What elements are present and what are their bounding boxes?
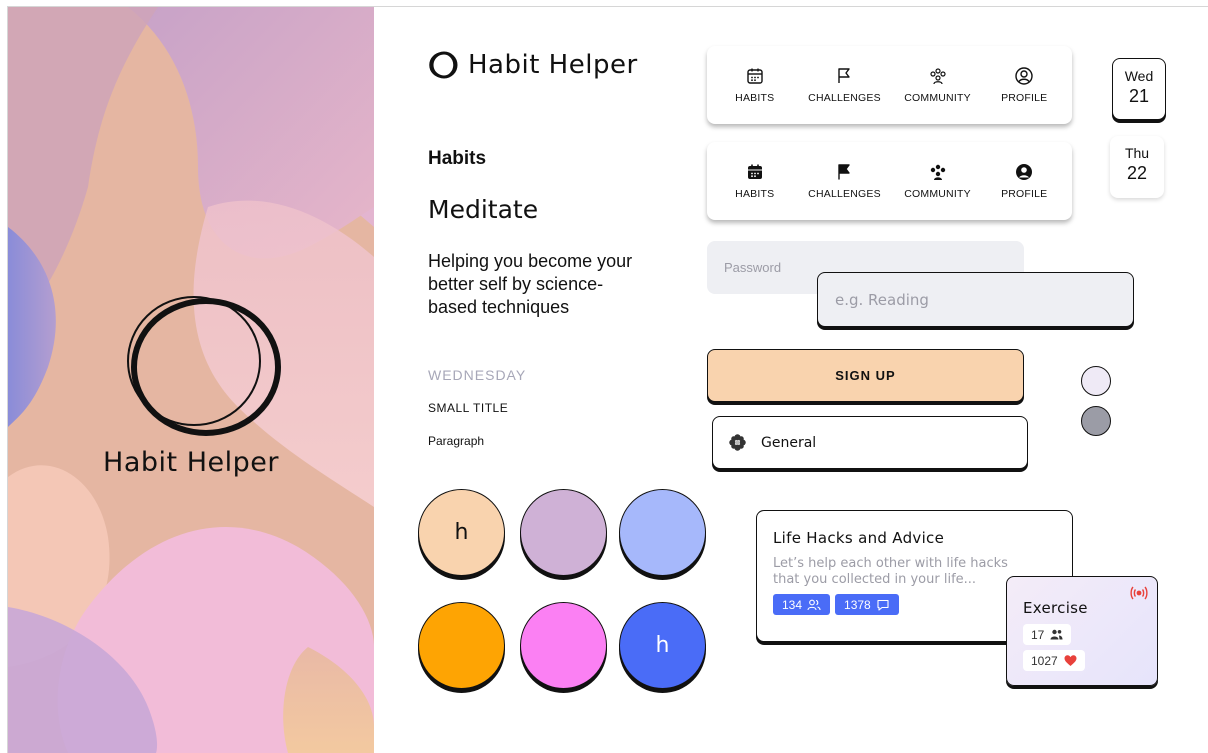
lead-text: Helping you become your better self by s… [428, 251, 633, 317]
nav-label-habits-filled: HABITS [735, 188, 775, 200]
community-icon [929, 68, 946, 85]
logo-icon [429, 51, 458, 79]
heading-habits: Habits [428, 148, 487, 169]
profile-icon [1016, 164, 1033, 180]
nav-item-habits[interactable]: HABITS [725, 66, 785, 104]
members-badge[interactable]: 134 [773, 594, 831, 615]
swatch-letter: h [655, 633, 670, 658]
live-broadcast-icon [1130, 586, 1148, 600]
radio-unselected[interactable] [1081, 366, 1111, 396]
flag-icon [838, 68, 851, 83]
brand-name: Habit Helper [468, 50, 638, 80]
members-icon [807, 599, 821, 610]
nav-bar-outline: HABITS CHALLENGES COMMUNITY PROFILE [707, 46, 1072, 124]
color-swatch-blue[interactable]: h [619, 602, 706, 689]
paragraph-text: Paragraph [428, 434, 485, 448]
nav-item-community[interactable]: COMMUNITY [904, 66, 971, 104]
date-number: 21 [1128, 86, 1150, 106]
calendar-icon [747, 68, 763, 84]
nav-item-profile[interactable]: PROFILE [994, 66, 1054, 104]
splash-screen: Habit Helper [8, 7, 374, 753]
card-title: Life Hacks and Advice [773, 529, 945, 547]
brand: Habit Helper [428, 50, 638, 80]
nav-item-challenges-filled[interactable]: CHALLENGES [808, 162, 881, 200]
small-title: SMALL TITLE [428, 401, 509, 415]
profile-icon [1015, 67, 1033, 85]
color-swatch-orange[interactable] [418, 602, 505, 689]
community-icon [930, 164, 945, 180]
date-number: 22 [1126, 163, 1148, 183]
nav-item-community-filled[interactable]: COMMUNITY [904, 162, 971, 200]
nav-label-community-filled: COMMUNITY [904, 188, 971, 200]
color-swatch-pink[interactable] [520, 602, 607, 689]
nav-label-challenges-filled: CHALLENGES [808, 188, 881, 200]
category-label: General [761, 434, 817, 451]
exercise-stats: 17 1027 [1023, 619, 1141, 671]
habit-helper-logo [127, 296, 281, 436]
participants-pill: 17 [1023, 624, 1072, 645]
likes-pill: 1027 [1023, 650, 1085, 671]
radio-selected[interactable] [1081, 406, 1111, 436]
card-description-line: Let’s help each other with life hacks [773, 556, 1008, 571]
date-chip-wed[interactable]: Wed 21 [1112, 58, 1166, 120]
comments-count: 1378 [844, 597, 871, 612]
flower-icon [729, 434, 746, 451]
swatch-letter: h [454, 520, 469, 545]
left-edge [0, 6, 8, 753]
category-select[interactable]: General [712, 416, 1028, 469]
canvas: Habit Helper Habit Helper Habits Meditat… [0, 0, 1208, 753]
likes-count: 1027 [1031, 653, 1058, 668]
nav-item-profile-filled[interactable]: PROFILE [994, 162, 1054, 200]
flag-icon [838, 164, 851, 180]
date-day: Wed [1124, 68, 1154, 84]
nav-label-challenges: CHALLENGES [808, 92, 881, 104]
splash-title: Habit Helper [103, 447, 279, 478]
subheading-meditate: Meditate [428, 195, 539, 224]
exercise-title: Exercise [1023, 599, 1088, 617]
nav-item-challenges[interactable]: CHALLENGES [808, 66, 881, 104]
color-swatch-periwinkle[interactable] [619, 489, 706, 576]
color-swatch-peach[interactable]: h [418, 489, 505, 576]
sign-up-button[interactable]: SIGN UP [707, 349, 1024, 402]
comments-badge[interactable]: 1378 [835, 594, 899, 615]
people-icon [1050, 629, 1063, 640]
comment-icon [877, 599, 889, 611]
day-label: WEDNESDAY [428, 367, 527, 383]
habit-name-input[interactable] [817, 272, 1134, 327]
nav-label-profile-filled: PROFILE [1001, 188, 1048, 200]
heart-icon [1064, 655, 1077, 666]
members-count: 134 [782, 597, 803, 612]
color-swatch-lilac[interactable] [520, 489, 607, 576]
nav-label-profile: PROFILE [1001, 92, 1048, 104]
date-day: Thu [1124, 145, 1150, 161]
participants-count: 17 [1031, 627, 1045, 642]
date-chip-thu[interactable]: Thu 22 [1110, 136, 1164, 198]
exercise-card[interactable]: Exercise 17 1027 [1006, 576, 1158, 686]
nav-item-habits-filled[interactable]: HABITS [725, 162, 785, 200]
calendar-icon [747, 164, 762, 179]
nav-bar-filled: HABITS CHALLENGES COMMUNITY PROFILE [707, 142, 1072, 220]
nav-label-habits: HABITS [735, 92, 775, 104]
nav-label-community: COMMUNITY [904, 92, 971, 104]
